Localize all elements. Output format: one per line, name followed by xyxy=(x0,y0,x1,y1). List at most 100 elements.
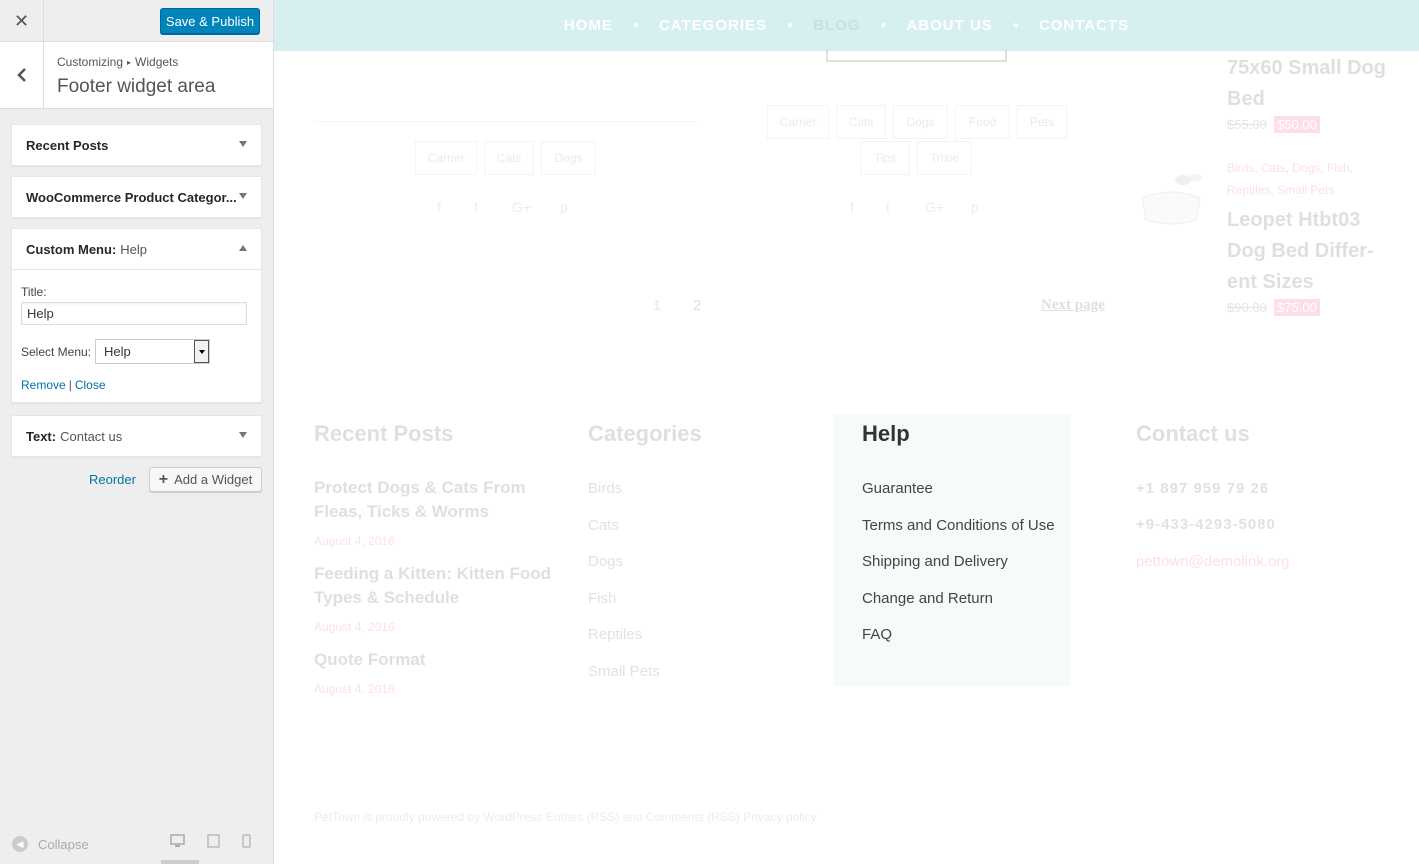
expand-arrow-icon[interactable] xyxy=(239,141,247,147)
post-date: August 4, 2016 xyxy=(314,682,395,696)
tag-pill[interactable]: Carrier xyxy=(415,141,477,175)
back-button[interactable] xyxy=(0,42,44,108)
widget-custom-menu[interactable]: Custom Menu: Help Title: Select Menu: He… xyxy=(11,228,262,403)
dropdown-arrow-icon[interactable] xyxy=(194,340,210,363)
help-link-shipping[interactable]: Shipping and Delivery xyxy=(862,553,1008,570)
product-title-line: Leopet Htbt03 xyxy=(1227,209,1361,231)
page-1-link[interactable]: 1 xyxy=(653,297,661,314)
twitter-icon[interactable]: t xyxy=(474,199,478,215)
tag-pill[interactable]: Dogs xyxy=(541,141,596,175)
contact-phone: +9-433-4293-5080 xyxy=(1136,516,1276,533)
next-page-link[interactable]: Next page xyxy=(1041,297,1105,314)
tag-pill[interactable]: Cats xyxy=(484,141,534,175)
tag-pill[interactable]: Carrier xyxy=(767,105,829,139)
divider xyxy=(314,121,697,122)
tag-pill[interactable]: Dogs xyxy=(893,105,948,139)
save-publish-button[interactable]: Save & Publish xyxy=(160,8,260,34)
widget-recent-posts[interactable]: Recent Posts xyxy=(11,124,262,166)
widget-title: Custom Menu: xyxy=(26,241,117,257)
desktop-icon[interactable] xyxy=(170,834,185,848)
post-date: August 4, 2016 xyxy=(314,534,395,548)
help-link-guarantee[interactable]: Guarantee xyxy=(862,480,933,497)
mobile-icon[interactable] xyxy=(242,834,251,848)
help-link-faq[interactable]: FAQ xyxy=(862,626,892,643)
widget-header[interactable]: Text: Contact us xyxy=(12,416,261,456)
widget-text-contact[interactable]: Text: Contact us xyxy=(11,415,262,457)
post-title[interactable]: Protect Dogs & Cats From Fleas, Ticks & … xyxy=(314,476,526,524)
twitter-icon[interactable]: t xyxy=(886,199,890,215)
product-categories-line: Birds, Cats, Dogs, Fish, xyxy=(1227,161,1354,175)
recent-posts-title: Recent Posts xyxy=(314,421,454,446)
facebook-icon[interactable]: f xyxy=(850,199,854,215)
nav-about[interactable]: ABOUT US xyxy=(886,17,1012,34)
product-title-line: Bed xyxy=(1227,88,1265,110)
dog-bed-product-image[interactable] xyxy=(1138,168,1204,228)
product-title[interactable]: 75x60 Small Dog Bed xyxy=(1227,53,1386,115)
category-link[interactable]: Small Pets xyxy=(588,663,660,680)
nav-contacts[interactable]: CONTACTS xyxy=(1019,17,1149,34)
widget-header[interactable]: Recent Posts xyxy=(12,125,261,165)
category-link[interactable]: Reptiles xyxy=(588,626,642,643)
site-credits: PetTown is proudly powered by WordPress … xyxy=(314,810,817,824)
remove-link[interactable]: Remove xyxy=(21,378,66,392)
customizer-sidebar: ✕ Save & Publish Customizing ▸ Widgets Foo… xyxy=(0,0,274,864)
category-link[interactable]: Cats xyxy=(588,517,619,534)
contact-email[interactable]: pettown@demolink.org xyxy=(1136,553,1290,570)
google-plus-icon[interactable]: G+ xyxy=(925,199,944,215)
close-link[interactable]: Close xyxy=(75,378,106,392)
plus-icon: + xyxy=(158,470,169,488)
post-title-line: Fleas, Ticks & Worms xyxy=(314,502,490,521)
nav-blog[interactable]: BLOG xyxy=(793,17,880,34)
select-menu-dropdown[interactable]: Help xyxy=(95,339,211,364)
select-menu-value: Help xyxy=(104,344,131,359)
product-title[interactable]: Leopet Htbt03 Dog Bed Differ- ent Sizes xyxy=(1227,205,1374,298)
help-link-terms[interactable]: Terms and Conditions of Use xyxy=(862,517,1055,534)
select-menu-label: Select Menu: xyxy=(21,344,92,359)
button-outline xyxy=(826,50,1007,62)
close-icon[interactable]: ✕ xyxy=(0,0,44,42)
add-widget-button[interactable]: + Add a Widget xyxy=(149,467,262,492)
nav-home[interactable]: HOME xyxy=(544,17,633,34)
sale-price: $50.00 xyxy=(1274,116,1320,133)
product-categories: Birds, Cats, Dogs, Fish, Reptiles, Small… xyxy=(1227,157,1353,201)
help-link-returns[interactable]: Change and Return xyxy=(862,590,993,607)
title-label: Title: xyxy=(21,285,47,299)
post-title-line: Quote Format xyxy=(314,650,426,669)
category-link[interactable]: Dogs xyxy=(588,553,623,570)
page-2-link[interactable]: 2 xyxy=(693,297,701,314)
post-title[interactable]: Feeding a Kitten: Kitten Food Types & Sc… xyxy=(314,562,551,610)
tag-pill[interactable]: Food xyxy=(955,105,1010,139)
widget-title: WooCommerce Product Categor... xyxy=(26,189,237,205)
collapse-button[interactable]: ◀ Collapse xyxy=(12,836,89,852)
expand-arrow-icon[interactable] xyxy=(239,432,247,438)
chevron-left-icon xyxy=(16,68,26,82)
google-plus-icon[interactable]: G+ xyxy=(512,199,531,215)
product-title-line: Dog Bed Differ- xyxy=(1227,240,1374,262)
tag-pill[interactable]: Cats xyxy=(836,105,886,139)
tag-pill[interactable]: Pets xyxy=(1017,105,1067,139)
tag-pill[interactable]: Trixie xyxy=(917,141,972,175)
widget-product-categories[interactable]: WooCommerce Product Categor... xyxy=(11,176,262,218)
section-title: Footer widget area xyxy=(57,76,216,97)
collapse-arrow-icon[interactable] xyxy=(239,245,247,251)
category-link[interactable]: Fish xyxy=(588,590,616,607)
widget-title: Recent Posts xyxy=(26,137,109,153)
widget-header[interactable]: Custom Menu: Help xyxy=(12,229,261,269)
widget-header[interactable]: WooCommerce Product Categor... xyxy=(12,177,261,217)
pinterest-icon[interactable]: p xyxy=(971,199,979,215)
categories-title: Categories xyxy=(588,421,702,446)
expand-arrow-icon[interactable] xyxy=(239,193,247,199)
pinterest-icon[interactable]: p xyxy=(560,199,568,215)
tag-pill[interactable]: Tips xyxy=(860,141,910,175)
reorder-link[interactable]: Reorder xyxy=(89,472,136,487)
post-title[interactable]: Quote Format xyxy=(314,648,425,672)
section-header: Customizing ▸ Widgets Footer widget area xyxy=(0,42,273,109)
sale-price: $75.00 xyxy=(1274,299,1320,316)
category-link[interactable]: Birds xyxy=(588,480,622,497)
title-input[interactable] xyxy=(21,302,247,325)
nav-categories[interactable]: CATEGORIES xyxy=(639,17,787,34)
facebook-icon[interactable]: f xyxy=(437,199,441,215)
main-navigation: HOME ● CATEGORIES ● BLOG ● ABOUT US ● CO… xyxy=(274,0,1419,51)
customizer-header: ✕ Save & Publish xyxy=(0,0,273,42)
tablet-icon[interactable] xyxy=(207,834,220,848)
